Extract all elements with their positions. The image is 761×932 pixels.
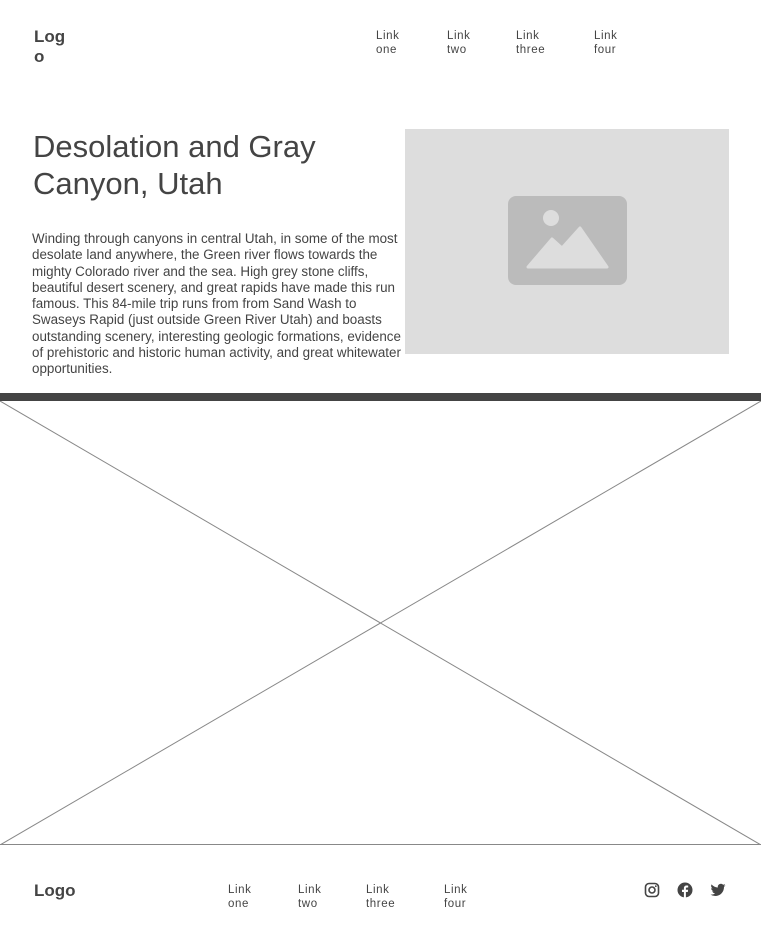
header-nav-link-one[interactable]: Link one [376,29,400,57]
site-footer: Logo Link one Link two Link three Link f… [0,846,761,932]
nav-link-label: one [376,44,397,56]
nav-link-label: Link [516,30,540,42]
header-nav-link-two[interactable]: Link two [447,29,471,57]
nav-link-label: Link [447,30,471,42]
footer-nav-link-one[interactable]: Link one [228,883,252,911]
instagram-icon[interactable] [644,882,660,898]
footer-logo[interactable]: Logo [34,881,76,901]
nav-link-label: Link [594,30,618,42]
footer-nav-link-two[interactable]: Link two [298,883,322,911]
image-placeholder-icon [508,196,627,285]
nav-link-label: four [594,44,617,56]
nav-link-label: two [447,44,467,56]
nav-link-label: one [228,898,249,910]
hero-image-placeholder [405,129,729,354]
banner-cross-lines [0,401,761,845]
hero-description: Winding through canyons in central Utah,… [32,231,401,377]
site-header: Logo Link one Link two Link three Link f… [0,0,761,90]
nav-link-label: three [366,898,396,910]
nav-link-label: three [516,44,546,56]
nav-link-label: Link [444,884,468,896]
twitter-icon[interactable] [710,882,726,898]
nav-link-label: Link [366,884,390,896]
banner-image-placeholder [0,401,761,845]
section-divider [0,393,761,401]
footer-nav-link-three[interactable]: Link three [366,883,395,911]
facebook-icon[interactable] [677,882,693,898]
hero-title: Desolation and Gray Canyon, Utah [33,129,316,201]
nav-link-label: four [444,898,467,910]
nav-link-label: Link [376,30,400,42]
header-logo[interactable]: Logo [34,27,68,67]
footer-nav-link-four[interactable]: Link four [444,883,468,911]
header-nav-link-three[interactable]: Link three [516,29,545,57]
header-nav-link-four[interactable]: Link four [594,29,618,57]
nav-link-label: Link [298,884,322,896]
nav-link-label: two [298,898,318,910]
nav-link-label: Link [228,884,252,896]
